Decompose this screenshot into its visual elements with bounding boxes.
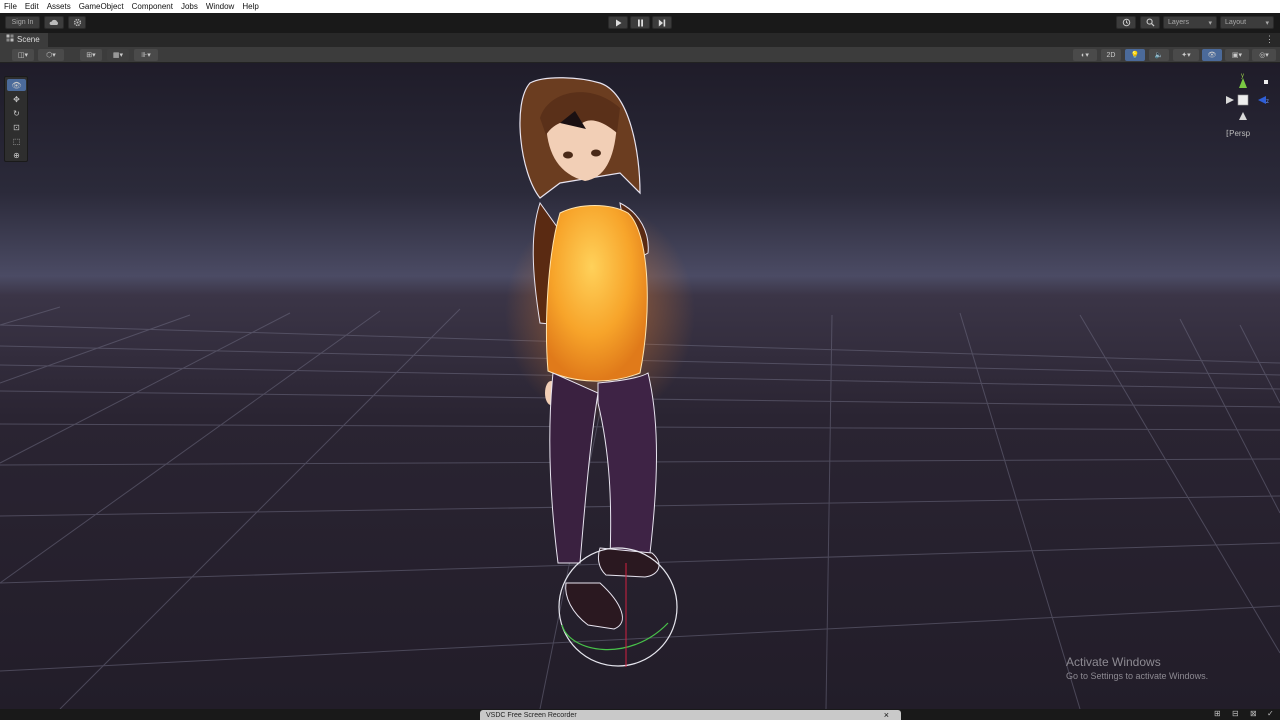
- chevron-down-icon: ▾: [1265, 19, 1269, 27]
- watermark-subtitle: Go to Settings to activate Windows.: [1066, 671, 1209, 681]
- progress-icon[interactable]: ⊟: [1232, 709, 1239, 718]
- menu-file[interactable]: File: [0, 0, 21, 13]
- check-icon[interactable]: ✓: [1267, 709, 1274, 718]
- sign-in-button[interactable]: Sign In: [5, 16, 40, 29]
- console-icon[interactable]: ⊞: [1214, 709, 1221, 718]
- play-button[interactable]: [608, 16, 628, 29]
- rect-tool-icon[interactable]: ⬚: [7, 135, 26, 147]
- search-icon[interactable]: [1140, 16, 1160, 29]
- pause-button[interactable]: [630, 16, 650, 29]
- visibility-icon[interactable]: 👁: [1202, 49, 1222, 61]
- gizmo-z-label: z: [1266, 99, 1269, 105]
- layout-dropdown[interactable]: Layout ▾: [1220, 16, 1274, 29]
- scale-tool-icon[interactable]: ⊡: [7, 121, 26, 133]
- watermark-title: Activate Windows: [1066, 655, 1161, 669]
- cache-icon[interactable]: ⊠: [1250, 709, 1257, 718]
- scene-tab-bar: Scene ⋮: [0, 33, 1280, 47]
- menu-gameobject[interactable]: GameObject: [75, 0, 128, 13]
- gizmo-y-label: y: [1241, 73, 1244, 79]
- screen-recorder-window[interactable]: VSDC Free Screen Recorder ×: [480, 710, 901, 720]
- perspective-label[interactable]: ⁅Persp: [1226, 129, 1250, 138]
- layers-label: Layers: [1168, 19, 1190, 26]
- tab-scene[interactable]: Scene: [0, 33, 48, 47]
- collab-gear-icon[interactable]: [68, 16, 86, 29]
- audio-icon[interactable]: 🔈: [1149, 49, 1169, 61]
- transform-tool-icon[interactable]: ⊕: [7, 149, 26, 161]
- menu-component[interactable]: Component: [128, 0, 177, 13]
- menu-edit[interactable]: Edit: [21, 0, 43, 13]
- lighting-icon[interactable]: 💡: [1125, 49, 1145, 61]
- activate-windows-watermark: Activate Windows Go to Settings to activ…: [1066, 655, 1208, 681]
- draw-mode-icon[interactable]: ◫▾: [12, 49, 34, 61]
- view-tool-icon[interactable]: 👁: [7, 79, 26, 91]
- tool-palette: 👁 ✥ ↻ ⊡ ⬚ ⊕: [4, 76, 28, 162]
- effects-icon[interactable]: ✦▾: [1173, 49, 1199, 61]
- grid-snap-icon[interactable]: ▦▾: [107, 49, 129, 61]
- menu-help[interactable]: Help: [238, 0, 262, 13]
- menu-assets[interactable]: Assets: [43, 0, 75, 13]
- play-icon: [615, 19, 621, 26]
- tab-scene-label: Scene: [17, 35, 40, 44]
- main-toolbar: Sign In Layers ▾ Layout ▾: [0, 13, 1280, 33]
- scene-viewport[interactable]: 👁 ✥ ↻ ⊡ ⬚ ⊕: [0, 63, 1280, 709]
- gizmos-icon[interactable]: ◎▾: [1252, 49, 1276, 61]
- more-options-icon[interactable]: ⋮: [1265, 34, 1274, 45]
- shading-mode-icon[interactable]: ◐▾: [1073, 49, 1097, 61]
- scene-toolbar: ◫▾ ⬡▾ ⊞▾ ▦▾ ⊪▾ ◐▾ 2D 💡 🔈 ✦▾ 👁 ▣▾ ◎▾: [0, 47, 1280, 63]
- menu-jobs[interactable]: Jobs: [177, 0, 202, 13]
- step-icon: [658, 19, 666, 26]
- move-tool-icon[interactable]: ✥: [7, 93, 26, 105]
- toggle-2d-button[interactable]: 2D: [1101, 49, 1121, 61]
- pivot-icon[interactable]: ⊞▾: [80, 49, 102, 61]
- render-mode-icon[interactable]: ⬡▾: [38, 49, 64, 61]
- camera-icon[interactable]: ▣▾: [1225, 49, 1249, 61]
- scene-grid-icon: [6, 33, 14, 47]
- recorder-title: VSDC Free Screen Recorder: [486, 711, 577, 719]
- increment-snap-icon[interactable]: ⊪▾: [134, 49, 158, 61]
- layout-label: Layout: [1225, 19, 1247, 26]
- close-icon[interactable]: ×: [884, 710, 889, 720]
- menu-bar: File Edit Assets GameObject Component Jo…: [0, 0, 1280, 13]
- pause-icon: [637, 19, 643, 26]
- chevron-down-icon: ▾: [1208, 19, 1212, 27]
- cloud-icon[interactable]: [44, 16, 64, 29]
- menu-window[interactable]: Window: [202, 0, 238, 13]
- step-button[interactable]: [652, 16, 672, 29]
- rotate-tool-icon[interactable]: ↻: [7, 107, 26, 119]
- layers-dropdown[interactable]: Layers ▾: [1163, 16, 1217, 29]
- history-icon[interactable]: [1116, 16, 1136, 29]
